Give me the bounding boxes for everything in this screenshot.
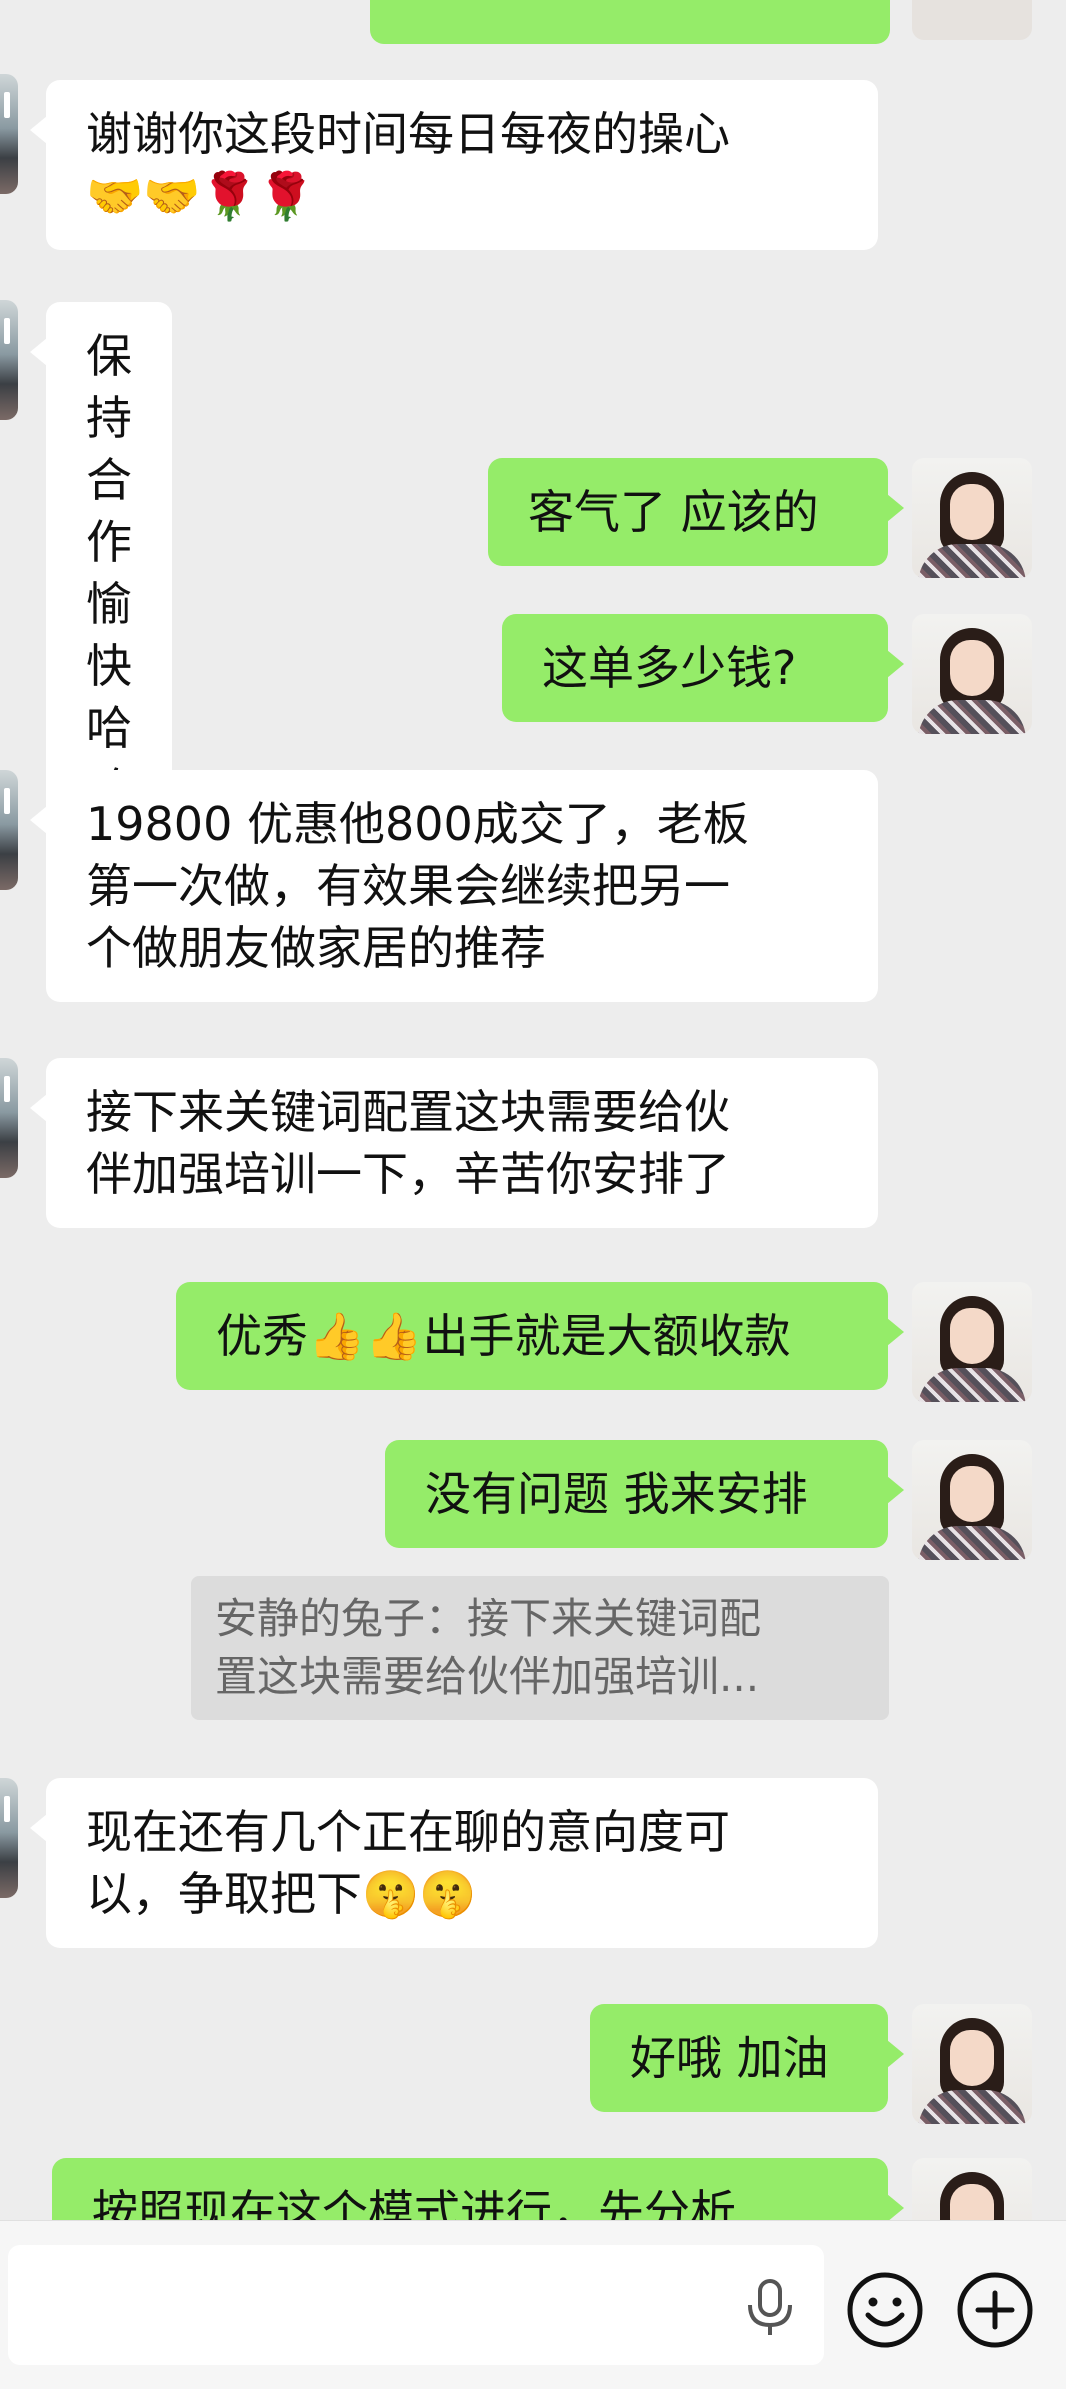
message-bubble[interactable]: 这单多少钱? xyxy=(502,614,904,722)
message-input[interactable] xyxy=(8,2245,824,2365)
cutoff-bubble xyxy=(370,0,890,44)
my-avatar[interactable] xyxy=(912,1440,1032,1560)
my-avatar[interactable] xyxy=(912,458,1032,578)
message-bubble[interactable]: 接下来关键词配置这块需要给伙 伴加强培训一下，辛苦你安排了 xyxy=(30,1058,878,1228)
chat-area: 谢谢你这段时间每日每夜的操心 🤝🤝🌹🌹 保持合作愉快 哈哈 客气了 应该的 这单… xyxy=(0,0,1066,2220)
contact-avatar[interactable] xyxy=(0,1778,18,1898)
contact-avatar[interactable] xyxy=(0,74,18,194)
message-bubble[interactable]: 保持合作愉快 哈哈 xyxy=(30,302,172,844)
my-avatar[interactable] xyxy=(912,614,1032,734)
quoted-message[interactable]: 安静的兔子：接下来关键词配 置这块需要给伙伴加强培训... xyxy=(191,1576,889,1720)
message-bubble[interactable]: 好哦 加油 xyxy=(590,2004,904,2112)
cutoff-avatar xyxy=(912,0,1032,40)
message-bubble[interactable]: 没有问题 我来安排 xyxy=(385,1440,904,1548)
message-bubble[interactable]: 现在还有几个正在聊的意向度可 以，争取把下🤫🤫 xyxy=(30,1778,878,1948)
contact-avatar[interactable] xyxy=(0,1058,18,1178)
message-bubble[interactable]: 客气了 应该的 xyxy=(488,458,904,566)
message-bubble[interactable]: 19800 优惠他800成交了，老板 第一次做，有效果会继续把另一 个做朋友做家… xyxy=(30,770,878,1002)
contact-avatar[interactable] xyxy=(0,770,18,890)
message-bubble[interactable]: 按照现在这个模式进行，先分析 xyxy=(52,2158,904,2220)
input-bar xyxy=(0,2220,1066,2389)
message-bubble[interactable]: 谢谢你这段时间每日每夜的操心 🤝🤝🌹🌹 xyxy=(30,80,878,250)
contact-avatar[interactable] xyxy=(0,300,18,420)
my-avatar[interactable] xyxy=(912,2004,1032,2124)
plus-circle-icon[interactable] xyxy=(956,2271,1034,2349)
message-bubble[interactable]: 优秀👍👍出手就是大额收款 xyxy=(176,1282,904,1390)
my-avatar[interactable] xyxy=(912,1282,1032,1402)
microphone-icon[interactable] xyxy=(742,2277,798,2337)
my-avatar[interactable] xyxy=(912,2158,1032,2220)
smiley-icon[interactable] xyxy=(846,2271,924,2349)
